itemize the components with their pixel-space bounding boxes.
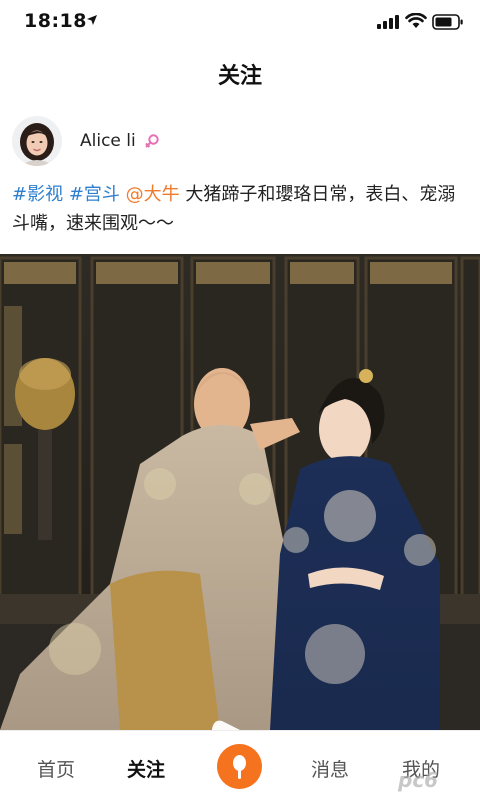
record-button[interactable] <box>217 744 262 789</box>
hashtag-palace[interactable]: #宫斗 <box>69 184 120 205</box>
username[interactable]: Alice li <box>80 131 136 151</box>
wifi-icon <box>405 13 427 28</box>
status-bar: 18:18 <box>0 0 480 44</box>
tab-follow[interactable]: 关注 <box>127 755 165 782</box>
status-time: 18:18 <box>24 10 87 32</box>
video-thumbnail[interactable] <box>0 254 480 730</box>
female-gender-icon <box>145 134 159 148</box>
avatar[interactable] <box>12 116 62 166</box>
tab-messages[interactable]: 消息 <box>311 755 349 782</box>
mention-user[interactable]: @大牛 <box>126 184 180 205</box>
battery-icon <box>432 14 463 30</box>
play-icon[interactable] <box>206 715 274 730</box>
tab-home[interactable]: 首页 <box>37 755 75 782</box>
watermark: pc6 <box>398 768 439 792</box>
app-screen: 18:18 关注 Alice li #影视 #宫斗 @大牛 大猪蹄子和瓔珞日常，… <box>0 0 480 800</box>
page-title: 关注 <box>217 64 262 89</box>
hashtag-film[interactable]: #影视 <box>12 184 63 205</box>
microphone-icon <box>233 755 246 779</box>
signal-icon <box>377 15 399 29</box>
location-arrow-icon <box>87 15 97 25</box>
post-text: #影视 #宫斗 @大牛 大猪蹄子和瓔珞日常，表白、宠溺斗嘴，速来围观～～ <box>12 180 468 238</box>
